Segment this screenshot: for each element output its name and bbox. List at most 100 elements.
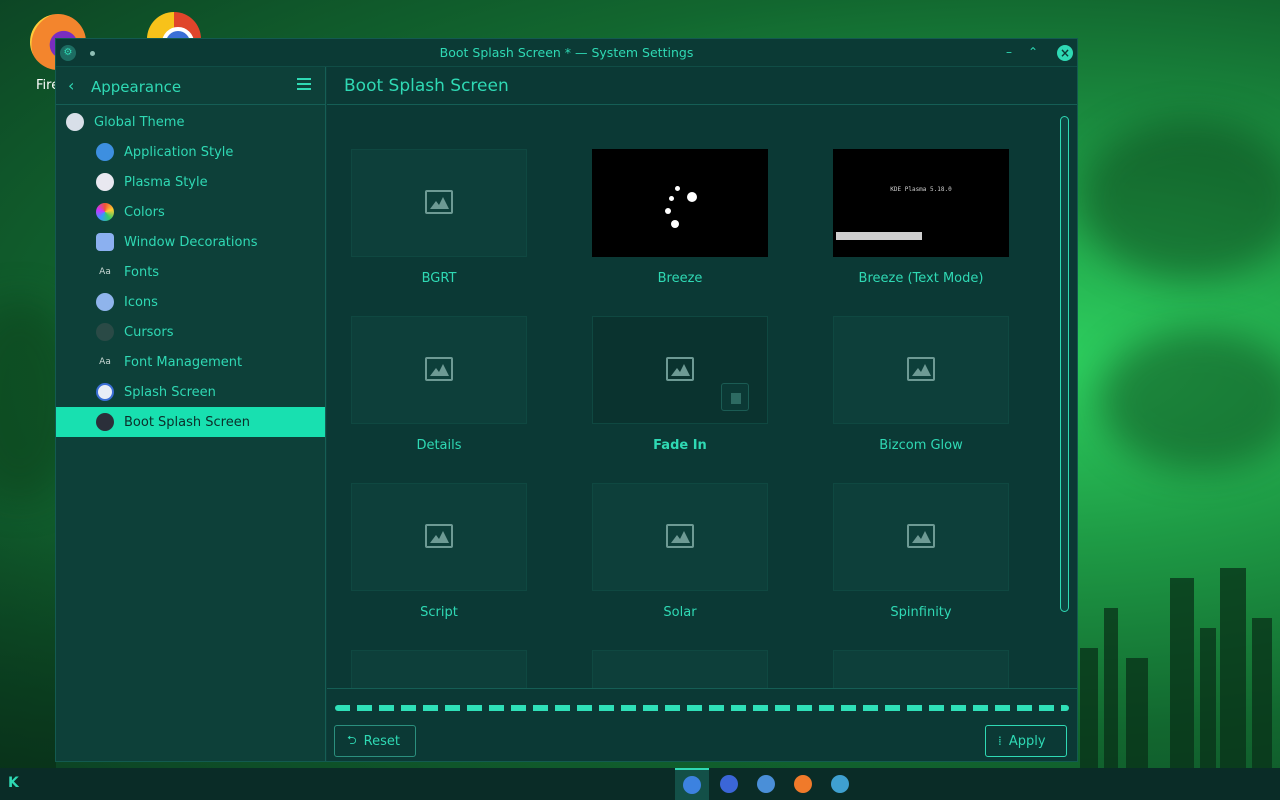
window-titlebar[interactable]: ⚙ Boot Splash Screen * — System Settings… — [56, 39, 1077, 67]
boot-splash-screen-icon — [96, 413, 114, 431]
sidebar-title: Appearance — [91, 78, 182, 96]
theme-preview[interactable] — [351, 483, 527, 591]
delete-theme-button[interactable] — [721, 383, 749, 411]
sidebar-item-label: Cursors — [124, 324, 174, 340]
theme-label: Details — [416, 438, 462, 453]
theme-tile[interactable] — [833, 650, 1009, 688]
theme-tile[interactable]: KDE Plasma 5.18.0 Breeze (Text Mode) — [833, 149, 1009, 286]
image-placeholder-icon — [907, 357, 935, 381]
theme-preview[interactable] — [351, 650, 527, 688]
theme-tile[interactable]: Details — [351, 316, 527, 453]
reset-button[interactable]: ⮌ Reset — [334, 725, 416, 757]
theme-preview[interactable] — [592, 316, 768, 424]
image-placeholder-icon — [425, 357, 453, 381]
cursors-icon — [96, 323, 114, 341]
discover-task[interactable] — [712, 768, 746, 800]
global-theme-icon — [66, 113, 84, 131]
sidebar-item-splash-screen[interactable]: Splash Screen — [56, 377, 325, 407]
theme-preview[interactable] — [351, 149, 527, 257]
splash-screen-icon — [96, 383, 114, 401]
sidebar-item-font-management[interactable]: Aa Font Management — [56, 347, 325, 377]
theme-preview[interactable] — [592, 650, 768, 688]
sidebar-item-window-decorations[interactable]: Window Decorations — [56, 227, 325, 257]
main-header: Boot Splash Screen — [327, 67, 1077, 105]
minimize-button[interactable]: – — [1001, 45, 1017, 61]
sidebar-item-icons[interactable]: Icons — [56, 287, 325, 317]
busy-progress-bar — [335, 705, 1069, 711]
theme-preview[interactable] — [833, 483, 1009, 591]
window-decorations-icon — [96, 233, 114, 251]
theme-tile[interactable] — [351, 650, 527, 688]
theme-tile[interactable] — [592, 650, 768, 688]
close-button[interactable]: × — [1057, 45, 1073, 61]
text-mode-progress-bar — [836, 232, 922, 240]
system-settings-task[interactable] — [675, 768, 709, 800]
kde-launcher-icon[interactable]: K — [8, 775, 19, 791]
sidebar-item-application-style[interactable]: Application Style — [56, 137, 325, 167]
sidebar-item-label: Window Decorations — [124, 234, 258, 250]
application-style-icon — [96, 143, 114, 161]
theme-tile[interactable]: Script — [351, 483, 527, 620]
sidebar-item-plasma-style[interactable]: Plasma Style — [56, 167, 325, 197]
theme-tile[interactable]: BGRT — [351, 149, 527, 286]
image-placeholder-icon — [425, 524, 453, 548]
taskbar: K — [0, 768, 1280, 800]
theme-label: BGRT — [421, 271, 457, 286]
theme-label: Solar — [663, 605, 697, 620]
footer-divider — [327, 688, 1077, 689]
image-placeholder-icon — [425, 190, 453, 214]
sidebar-item-label: Fonts — [124, 264, 160, 280]
theme-preview[interactable] — [833, 316, 1009, 424]
sidebar-item-label: Application Style — [124, 144, 234, 160]
font-management-icon: Aa — [99, 357, 111, 367]
firefox-task[interactable] — [786, 768, 820, 800]
theme-label: Script — [420, 605, 458, 620]
window-title: Boot Splash Screen * — System Settings — [439, 45, 694, 60]
grid-scrollbar[interactable] — [1060, 116, 1069, 612]
theme-label: Fade In — [653, 438, 707, 453]
breeze-spinner-icon — [661, 184, 701, 228]
image-placeholder-icon — [666, 357, 694, 381]
apply-button-label: Apply — [1008, 733, 1046, 749]
city-skyline — [1070, 538, 1280, 768]
system-settings-window: ⚙ Boot Splash Screen * — System Settings… — [55, 38, 1078, 762]
reset-button-label: Reset — [363, 733, 400, 749]
text-mode-preview-text: KDE Plasma 5.18.0 — [890, 186, 952, 193]
hamburger-menu-icon[interactable] — [297, 78, 311, 91]
theme-tile[interactable]: Fade In — [592, 316, 768, 453]
plasma-style-icon — [96, 173, 114, 191]
discover-icon — [720, 775, 738, 793]
theme-preview[interactable] — [592, 149, 768, 257]
theme-preview[interactable]: KDE Plasma 5.18.0 — [833, 149, 1009, 257]
sidebar-item-label: Colors — [124, 204, 165, 220]
sidebar-item-fonts[interactable]: Aa Fonts — [56, 257, 325, 287]
sidebar-item-label: Font Management — [124, 354, 243, 370]
theme-tile[interactable]: Solar — [592, 483, 768, 620]
theme-preview[interactable] — [351, 316, 527, 424]
theme-preview[interactable] — [592, 483, 768, 591]
sidebar-header: ‹ Appearance — [56, 67, 325, 105]
sidebar-list: Global Theme Application Style Plasma Styl… — [56, 105, 325, 437]
page-title: Boot Splash Screen — [344, 76, 509, 96]
apply-button[interactable]: ⁞ Apply — [985, 725, 1067, 757]
theme-tile[interactable]: Spinfinity — [833, 483, 1009, 620]
sidebar-item-label: Plasma Style — [124, 174, 208, 190]
sidebar-item-boot-splash-screen[interactable]: Boot Splash Screen — [56, 407, 325, 437]
maximize-button[interactable]: ⌃ — [1025, 45, 1041, 61]
theme-tile[interactable]: Bizcom Glow — [833, 316, 1009, 453]
kde-connect-task[interactable] — [823, 768, 857, 800]
sidebar-item-cursors[interactable]: Cursors — [56, 317, 325, 347]
theme-tile[interactable]: Breeze — [592, 149, 768, 286]
sidebar-item-label: Icons — [124, 294, 158, 310]
theme-preview[interactable] — [833, 650, 1009, 688]
sidebar-item-global-theme[interactable]: Global Theme — [56, 107, 325, 137]
reset-icon: ⮌ — [347, 732, 357, 747]
theme-label: Breeze (Text Mode) — [858, 271, 984, 286]
sidebar-item-colors[interactable]: Colors — [56, 197, 325, 227]
apply-icon: ⁞ — [998, 734, 1002, 748]
back-arrow-icon[interactable]: ‹ — [68, 76, 74, 95]
dolphin-task[interactable] — [749, 768, 783, 800]
colors-icon — [96, 203, 114, 221]
sidebar-item-label: Global Theme — [94, 114, 185, 130]
image-placeholder-icon — [907, 524, 935, 548]
